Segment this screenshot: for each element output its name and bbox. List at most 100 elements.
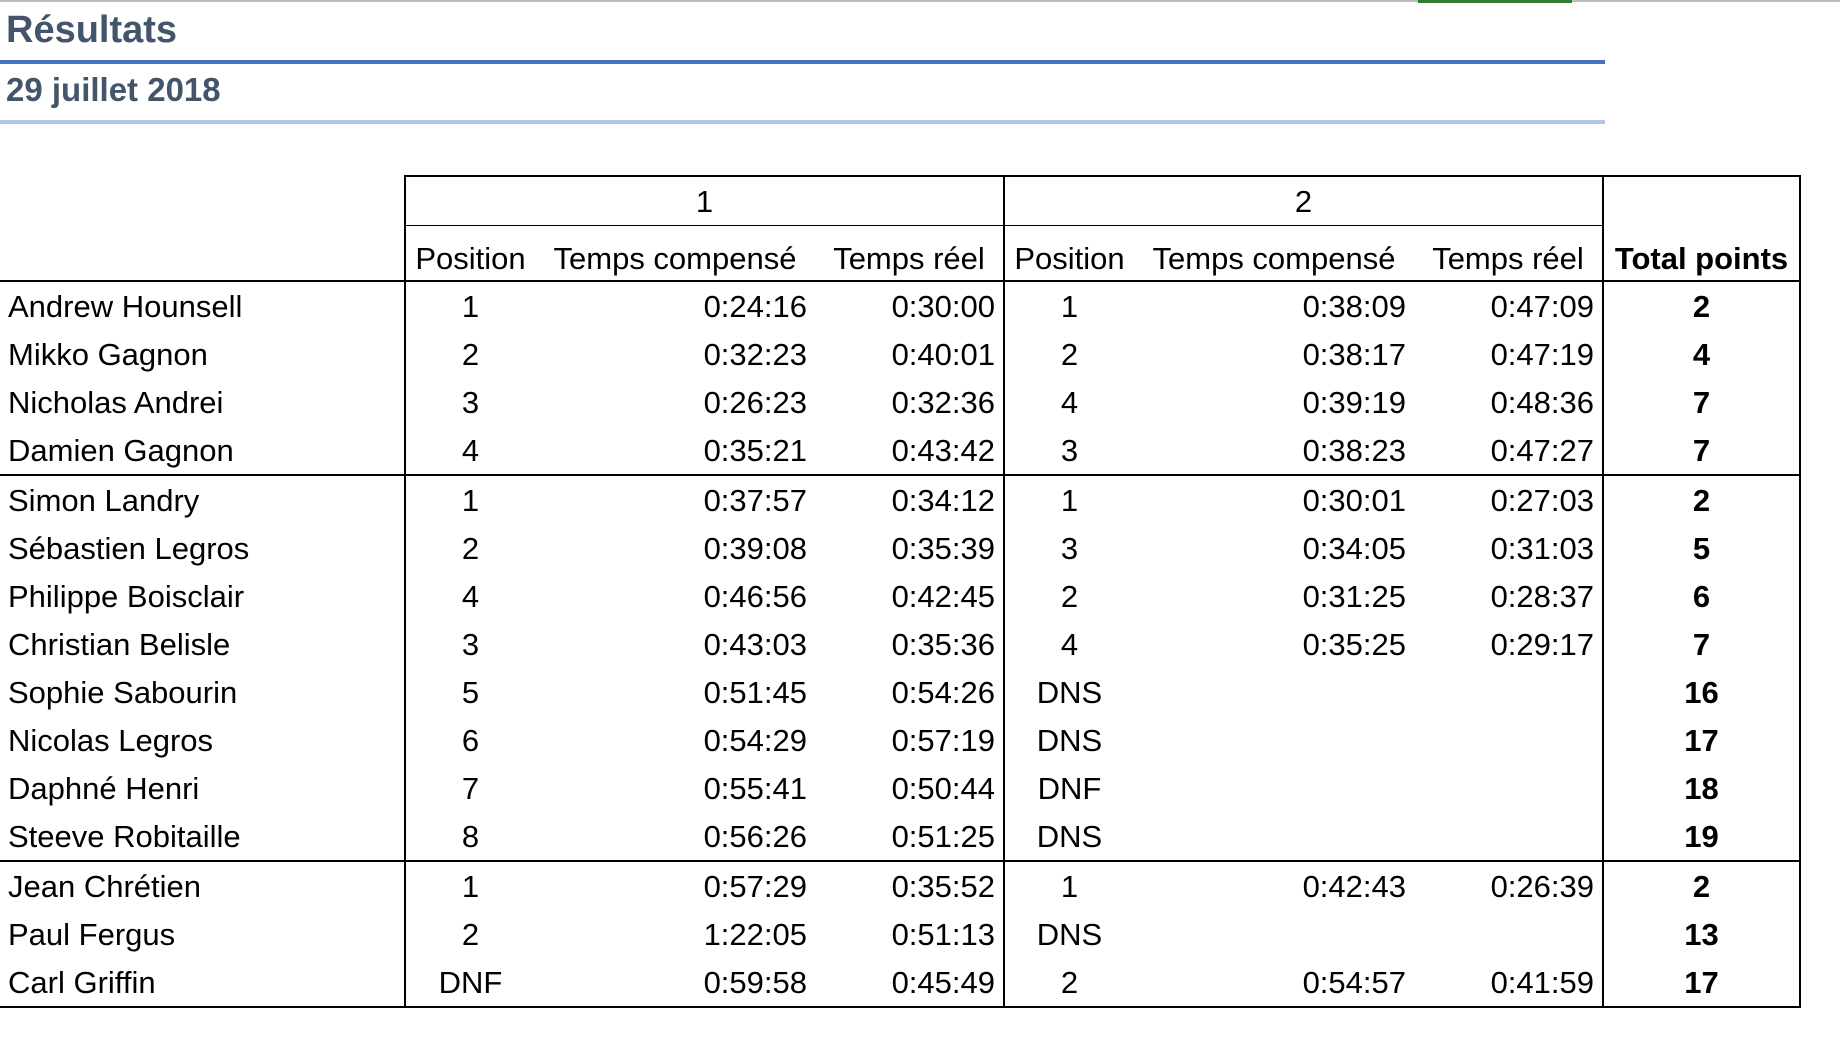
race-2-position: 3	[1003, 426, 1134, 476]
race-1-header: 1	[404, 175, 1005, 226]
race-1-compensated-time: 0:37:57	[703, 482, 807, 518]
competitor-name: Paul Fergus	[8, 916, 176, 952]
competitor-name: Jean Chrétien	[8, 868, 202, 904]
race-2-position: 2	[1003, 330, 1134, 378]
race-1-position-header: Position	[404, 225, 535, 282]
race-1-real-time: 0:30:00	[815, 281, 1005, 330]
race-1-position: 2	[404, 524, 535, 572]
table-row: Philippe Boisclair 4 0:46:56 0:42:45 2 0:31:2…	[0, 572, 1801, 620]
race-1-real-time: 0:35:36	[815, 620, 1005, 668]
race-2-real-time: 0:29:17	[1414, 620, 1604, 668]
race-1-compensated-time: 0:46:56	[703, 578, 807, 614]
competitor-name: Sébastien Legros	[8, 530, 250, 566]
race-1-position: 2	[404, 330, 535, 378]
race-1-compensated-time: 0:59:58	[535, 958, 815, 1008]
race-2-position: DNF	[1003, 764, 1134, 812]
total-points: 16	[1602, 668, 1801, 716]
table-row: Christian Belisle 3 0:43:03 0:35:36 4 0:35:25…	[0, 620, 1801, 668]
race-1-position: 8	[404, 812, 535, 862]
table-row: Steeve Robitaille 8 0:56:26 0:51:25 DNS 19	[0, 812, 1801, 862]
results-table: 1 2 Total points Position Temps compensé…	[0, 175, 1801, 1008]
table-row: Paul Fergus 2 1:22:05 0:51:13 DNS 13	[0, 910, 1801, 958]
race-1-real-time: 0:32:36	[815, 378, 1005, 426]
table-row: Damien Gagnon 4 0:35:21 0:43:42 3 0:38:23 0:47…	[0, 426, 1801, 476]
race-2-real-time	[1414, 668, 1604, 716]
race-2-position: 2	[1003, 572, 1134, 620]
total-points: 6	[1602, 572, 1801, 620]
total-points: 5	[1602, 524, 1801, 572]
total-points: 4	[1602, 330, 1801, 378]
table-body: Andrew Hounsell 1 0:24:16 0:30:00 1 0:38:09 0:…	[0, 281, 1801, 1008]
race-2-real-time: 0:26:39	[1414, 861, 1604, 910]
table-row: Nicolas Legros 6 0:54:29 0:57:19 DNS 17	[0, 716, 1801, 764]
race-1-compensated-time: 0:57:29	[703, 868, 807, 904]
column-header-row: Position Temps compensé Temps réel Posit…	[0, 225, 1800, 282]
competitor-name: Sophie Sabourin	[8, 674, 238, 710]
race-1-real-header: Temps réel	[815, 225, 1005, 282]
race-2-position: 1	[1003, 861, 1134, 910]
race-1-compensated-time: 0:35:21	[535, 426, 815, 476]
race-1-compensated-time: 0:26:23	[703, 384, 807, 420]
race-2-position: 1	[1003, 281, 1134, 330]
competitor-name: Mikko Gagnon	[8, 336, 208, 372]
race-1-real-time: 0:51:13	[815, 910, 1005, 958]
race-2-real-time: 0:27:03	[1414, 475, 1604, 524]
table-row: Sophie Sabourin 5 0:51:45 0:54:26 DNS 16	[0, 668, 1801, 716]
race-2-compensated-time: 0:34:05	[1302, 530, 1406, 566]
race-2-real-time	[1414, 812, 1604, 862]
race-2-position: 4	[1003, 620, 1134, 668]
race-header-row: 1 2 Total points	[0, 175, 1801, 282]
race-2-compensated-time	[1134, 812, 1414, 862]
race-2-compensated-time	[1134, 910, 1414, 958]
date-underline	[0, 120, 1605, 124]
total-points: 2	[1602, 281, 1801, 330]
race-1-real-time: 0:54:26	[815, 668, 1005, 716]
table-header: 1 2 Total points Position Temps compensé…	[0, 175, 1801, 282]
race-2-position: 4	[1003, 378, 1134, 426]
race-1-position: 3	[404, 378, 535, 426]
race-1-position: DNF	[404, 958, 535, 1008]
competitor-name: Nicolas Legros	[8, 722, 214, 758]
table-row: Jean Chrétien 1 0:57:29 0:35:52 1 0:42:43 0:26…	[0, 861, 1801, 910]
race-1-real-time: 0:42:45	[815, 572, 1005, 620]
total-points: 17	[1602, 958, 1801, 1008]
race-2-position: DNS	[1003, 716, 1134, 764]
race-2-compensated-time: 0:38:09	[1302, 288, 1406, 324]
page-date: 29 juillet 2018	[6, 71, 221, 108]
race-1-real-time: 0:40:01	[815, 330, 1005, 378]
total-points: 17	[1602, 716, 1801, 764]
race-2-real-time: 0:28:37	[1414, 572, 1604, 620]
race-2-compensated-time: 0:38:17	[1302, 336, 1406, 372]
competitor-name: Daphné Henri	[8, 770, 200, 806]
race-1-real-time: 0:57:19	[815, 716, 1005, 764]
race-1-compensated-time: 0:55:41	[703, 770, 807, 806]
competitor-name: Nicholas Andrei	[8, 384, 224, 420]
race-1-compensated-time: 0:39:08	[703, 530, 807, 566]
table-row: Sébastien Legros 2 0:39:08 0:35:39 3 0:34:05 0…	[0, 524, 1801, 572]
race-1-position: 2	[404, 910, 535, 958]
race-1-position: 6	[404, 716, 535, 764]
race-2-real-time: 0:47:09	[1414, 281, 1604, 330]
competitor-name: Simon Landry	[8, 482, 200, 518]
race-2-compensated-time	[1134, 668, 1414, 716]
race-2-compensated-time	[1134, 716, 1414, 764]
total-points: 7	[1602, 378, 1801, 426]
race-2-position: 2	[1003, 958, 1134, 1008]
table-row: Carl Griffin DNF 0:59:58 0:45:49 2 0:54:57 0:4…	[0, 958, 1801, 1008]
race-1-real-time: 0:35:39	[815, 524, 1005, 572]
race-1-compensated-time: 0:56:26	[535, 812, 815, 862]
race-1-real-time: 0:51:25	[815, 812, 1005, 862]
race-1-compensated-time: 0:51:45	[703, 674, 807, 710]
race-1-position: 4	[404, 572, 535, 620]
race-1-position: 4	[404, 426, 535, 476]
race-2-compensated-time: 0:54:57	[1134, 958, 1414, 1008]
race-1-compensated-time: 0:43:03	[703, 626, 807, 662]
race-2-position: 1	[1003, 475, 1134, 524]
race-1-real-time: 0:35:52	[815, 861, 1005, 910]
race-1-position: 1	[404, 281, 535, 330]
race-1-position: 1	[404, 861, 535, 910]
race-2-position: DNS	[1003, 668, 1134, 716]
competitor-name: Steeve Robitaille	[0, 812, 405, 862]
race-2-real-time	[1414, 716, 1604, 764]
race-2-position: 3	[1003, 524, 1134, 572]
